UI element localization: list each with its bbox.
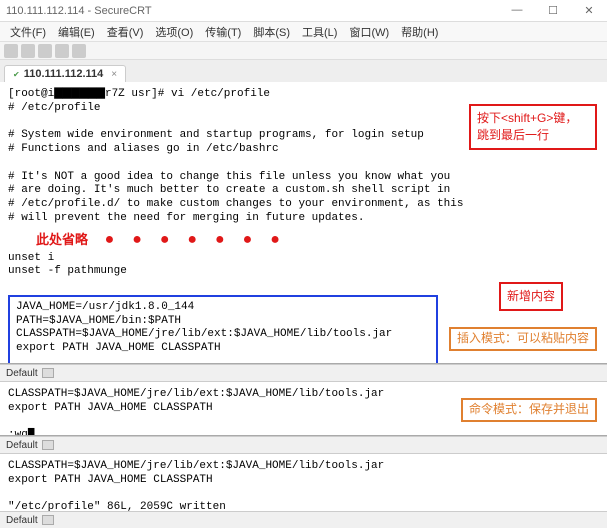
dropdown-icon[interactable] (42, 368, 54, 378)
menu-window[interactable]: 窗口(W) (343, 22, 395, 42)
status-bar-1: Default (0, 364, 607, 381)
vi-command-line: :wq█ (8, 429, 599, 436)
window-controls: — ☐ ✕ (505, 4, 601, 17)
status-bar-2: Default (0, 436, 607, 453)
dropdown-icon[interactable] (42, 440, 54, 450)
session-tab[interactable]: ✔ 110.111.112.114 × (4, 65, 126, 82)
menu-tools[interactable]: 工具(L) (296, 22, 343, 42)
terminal-line: # are doing. It's much better to create … (8, 184, 599, 198)
annotation-shift-g: 按下<shift+G>键，跳到最后一行 (469, 104, 597, 150)
highlight-box: JAVA_HOME=/usr/jdk1.8.0_144 PATH=$JAVA_H… (8, 295, 438, 364)
terminal-pane-1[interactable]: [root@i▇▇▇▇▇▇r7Z usr]# vi /etc/profile #… (0, 82, 607, 364)
terminal-line: CLASSPATH=$JAVA_HOME/jre/lib/ext:$JAVA_H… (8, 460, 599, 474)
terminal-pane-3[interactable]: CLASSPATH=$JAVA_HOME/jre/lib/ext:$JAVA_H… (0, 453, 607, 511)
menu-script[interactable]: 脚本(S) (247, 22, 296, 42)
window-title: 110.111.112.114 - SecureCRT (6, 5, 505, 17)
default-label: Default (6, 368, 38, 379)
terminal-line: export PATH JAVA_HOME CLASSPATH (8, 474, 599, 488)
maximize-button[interactable]: ☐ (541, 4, 565, 17)
terminal-pane-2[interactable]: CLASSPATH=$JAVA_HOME/jre/lib/ext:$JAVA_H… (0, 381, 607, 436)
tab-close-icon[interactable]: × (111, 69, 117, 80)
menubar: 文件(F) 编辑(E) 查看(V) 选项(O) 传输(T) 脚本(S) 工具(L… (0, 22, 607, 42)
ellipsis-label: 此处省略 (36, 232, 88, 247)
menu-view[interactable]: 查看(V) (101, 22, 150, 42)
terminal-line: "/etc/profile" 86L, 2059C written (8, 501, 599, 511)
terminal-line: # It's NOT a good idea to change this fi… (8, 171, 599, 185)
menu-transfer[interactable]: 传输(T) (199, 22, 247, 42)
toolbar-icon[interactable] (21, 44, 35, 58)
terminal-line: unset -f pathmunge (8, 265, 599, 279)
terminal-line: # /etc/profile.d/ to make custom changes… (8, 198, 599, 212)
terminal-line: # will prevent the need for merging in f… (8, 212, 599, 226)
toolbar-icon[interactable] (72, 44, 86, 58)
ellipsis-row: 此处省略 ●●●●●●● (36, 230, 599, 250)
minimize-button[interactable]: — (505, 4, 529, 17)
menu-file[interactable]: 文件(F) (4, 22, 52, 42)
terminal-line: JAVA_HOME=/usr/jdk1.8.0_144 (16, 301, 430, 315)
dropdown-icon[interactable] (42, 515, 54, 525)
toolbar-icon[interactable] (55, 44, 69, 58)
toolbar (0, 42, 607, 60)
toolbar-icon[interactable] (38, 44, 52, 58)
annotation-insert-mode: 插入模式：可以粘贴内容 (449, 327, 597, 351)
status-bar-3: Default (0, 511, 607, 528)
terminal-line: unset i (8, 252, 599, 266)
terminal-line: [root@i▇▇▇▇▇▇r7Z usr]# vi /etc/profile (8, 88, 599, 102)
default-label: Default (6, 515, 38, 526)
toolbar-icon[interactable] (4, 44, 18, 58)
default-label: Default (6, 440, 38, 451)
status-dot-icon: ✔ (13, 70, 20, 79)
tab-strip: ✔ 110.111.112.114 × (0, 60, 607, 82)
menu-options[interactable]: 选项(O) (149, 22, 199, 42)
menu-help[interactable]: 帮助(H) (395, 22, 444, 42)
terminal-line: PATH=$JAVA_HOME/bin:$PATH (16, 315, 430, 329)
terminal-line: CLASSPATH=$JAVA_HOME/jre/lib/ext:$JAVA_H… (16, 328, 430, 342)
terminal-line: export PATH JAVA_HOME CLASSPATH (16, 342, 430, 356)
red-dots-icon: ●●●●●●● (105, 231, 298, 249)
menu-edit[interactable]: 编辑(E) (52, 22, 101, 42)
annotation-new-content: 新增内容 (499, 282, 563, 311)
annotation-cmd-mode: 命令模式：保存并退出 (461, 398, 597, 422)
close-button[interactable]: ✕ (577, 4, 601, 17)
tab-label: 110.111.112.114 (24, 68, 104, 80)
window-titlebar: 110.111.112.114 - SecureCRT — ☐ ✕ (0, 0, 607, 22)
